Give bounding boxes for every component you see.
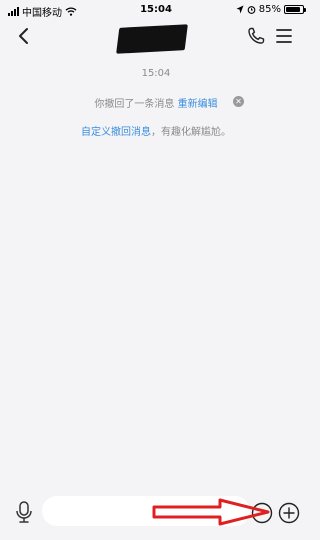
nav-bar bbox=[0, 20, 312, 54]
custom-recall-link[interactable]: 自定义撤回消息 bbox=[81, 127, 151, 138]
close-icon[interactable]: ✕ bbox=[233, 96, 244, 107]
phone-icon[interactable] bbox=[246, 26, 266, 46]
contact-name-redacted bbox=[116, 24, 188, 54]
annotation-arrow-icon bbox=[152, 498, 270, 526]
alarm-icon bbox=[247, 6, 256, 14]
menu-icon[interactable] bbox=[274, 26, 294, 46]
battery-icon bbox=[284, 5, 306, 14]
status-right: 85% bbox=[236, 4, 306, 15]
battery-percent: 85% bbox=[258, 4, 281, 15]
custom-recall-tip: 自定义撤回消息，有趣化解尴尬。 bbox=[0, 123, 312, 138]
back-arrow-icon[interactable] bbox=[14, 26, 34, 46]
re-edit-link[interactable]: 重新编辑 bbox=[178, 99, 218, 110]
plus-icon[interactable] bbox=[278, 502, 300, 524]
custom-recall-suffix: ，有趣化解尴尬。 bbox=[151, 127, 231, 138]
microphone-icon[interactable] bbox=[14, 500, 34, 524]
location-icon bbox=[236, 5, 244, 14]
chat-timestamp: 15:04 bbox=[141, 68, 171, 79]
recall-text: 你撤回了一条消息 bbox=[94, 99, 175, 110]
status-bar: 中国移动 15:04 85% bbox=[0, 0, 312, 20]
recall-notice: 你撤回了一条消息 重新编辑 bbox=[0, 95, 312, 110]
